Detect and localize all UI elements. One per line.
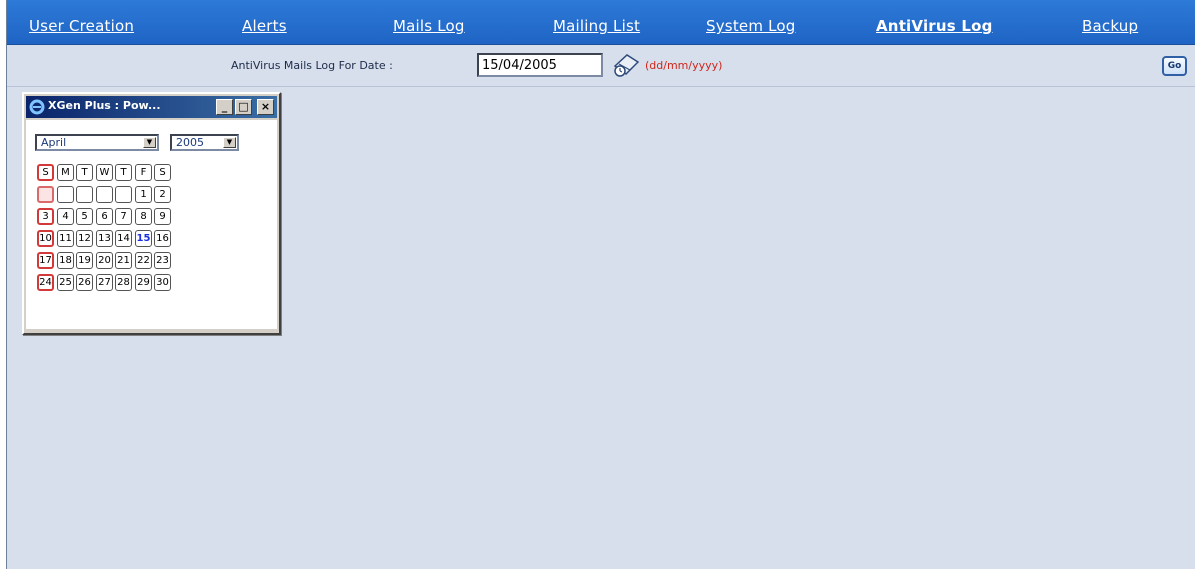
- day-cell[interactable]: 24: [37, 274, 54, 291]
- nav-alerts[interactable]: Alerts: [242, 17, 287, 35]
- day-cell[interactable]: 29: [135, 274, 152, 291]
- weekday-header: T: [76, 164, 93, 181]
- month-value: April: [41, 136, 67, 149]
- day-cell[interactable]: 15: [135, 230, 152, 247]
- popup-title: XGen Plus : Pow...: [48, 99, 161, 112]
- day-cell[interactable]: 30: [154, 274, 171, 291]
- weekday-header: F: [135, 164, 152, 181]
- empty-day-cell: [115, 186, 132, 203]
- year-value: 2005: [176, 136, 204, 149]
- nav-mailing-list[interactable]: Mailing List: [553, 17, 640, 35]
- nav-antivirus-log[interactable]: AntiVirus Log: [876, 17, 993, 35]
- dropdown-arrow-icon: ▼: [223, 137, 236, 148]
- empty-day-cell: [76, 186, 93, 203]
- day-cell[interactable]: 23: [154, 252, 171, 269]
- day-cell[interactable]: 20: [96, 252, 113, 269]
- day-cell[interactable]: 9: [154, 208, 171, 225]
- date-input[interactable]: [477, 53, 603, 77]
- calendar-icon[interactable]: [611, 52, 641, 78]
- day-cell[interactable]: 5: [76, 208, 93, 225]
- day-cell[interactable]: 16: [154, 230, 171, 247]
- weekday-header: S: [37, 164, 54, 181]
- day-cell[interactable]: 25: [57, 274, 74, 291]
- day-cell[interactable]: 14: [115, 230, 132, 247]
- day-cell[interactable]: 27: [96, 274, 113, 291]
- day-cell[interactable]: 7: [115, 208, 132, 225]
- empty-day-cell: [57, 186, 74, 203]
- day-cell[interactable]: 21: [115, 252, 132, 269]
- day-cell[interactable]: 1: [135, 186, 152, 203]
- top-nav: User Creation Alerts Mails Log Mailing L…: [7, 0, 1195, 45]
- day-cell[interactable]: 8: [135, 208, 152, 225]
- weekday-header: S: [154, 164, 171, 181]
- day-cell[interactable]: 22: [135, 252, 152, 269]
- date-filter-label: AntiVirus Mails Log For Date :: [231, 59, 393, 72]
- weekday-header: W: [96, 164, 113, 181]
- weekday-header: T: [115, 164, 132, 181]
- calendar-body: April ▼ 2005 ▼ S M T W T F S 1 2 3 4 5 6 7 8 9 10 11 12 13 1…: [26, 120, 277, 329]
- dropdown-arrow-icon: ▼: [143, 137, 156, 148]
- internet-explorer-icon: [29, 99, 45, 115]
- month-select[interactable]: April ▼: [35, 134, 159, 151]
- close-button[interactable]: ×: [257, 99, 274, 115]
- day-cell[interactable]: 18: [57, 252, 74, 269]
- date-format-hint: (dd/mm/yyyy): [645, 59, 723, 72]
- day-cell[interactable]: 3: [37, 208, 54, 225]
- day-cell[interactable]: 11: [57, 230, 74, 247]
- popup-titlebar[interactable]: XGen Plus : Pow... _ □ ×: [26, 96, 277, 118]
- minimize-button[interactable]: _: [216, 99, 233, 115]
- go-button[interactable]: Go: [1162, 56, 1187, 76]
- day-cell[interactable]: 12: [76, 230, 93, 247]
- day-cell[interactable]: 10: [37, 230, 54, 247]
- day-cell[interactable]: 6: [96, 208, 113, 225]
- app-frame: User Creation Alerts Mails Log Mailing L…: [6, 0, 1195, 569]
- nav-user-creation[interactable]: User Creation: [29, 17, 134, 35]
- day-cell[interactable]: 2: [154, 186, 171, 203]
- empty-day-cell: [37, 186, 54, 203]
- empty-day-cell: [96, 186, 113, 203]
- day-cell[interactable]: 26: [76, 274, 93, 291]
- day-cell[interactable]: 4: [57, 208, 74, 225]
- nav-mails-log[interactable]: Mails Log: [393, 17, 465, 35]
- date-filter-row: AntiVirus Mails Log For Date : (dd/mm/yy…: [7, 46, 1195, 87]
- nav-backup[interactable]: Backup: [1082, 17, 1138, 35]
- day-cell[interactable]: 13: [96, 230, 113, 247]
- year-select[interactable]: 2005 ▼: [170, 134, 239, 151]
- weekday-header: M: [57, 164, 74, 181]
- day-cell[interactable]: 17: [37, 252, 54, 269]
- calendar-popup-window: XGen Plus : Pow... _ □ × April ▼ 2005 ▼ …: [22, 92, 281, 335]
- day-cell[interactable]: 28: [115, 274, 132, 291]
- maximize-button[interactable]: □: [235, 99, 252, 115]
- day-cell[interactable]: 19: [76, 252, 93, 269]
- nav-system-log[interactable]: System Log: [706, 17, 796, 35]
